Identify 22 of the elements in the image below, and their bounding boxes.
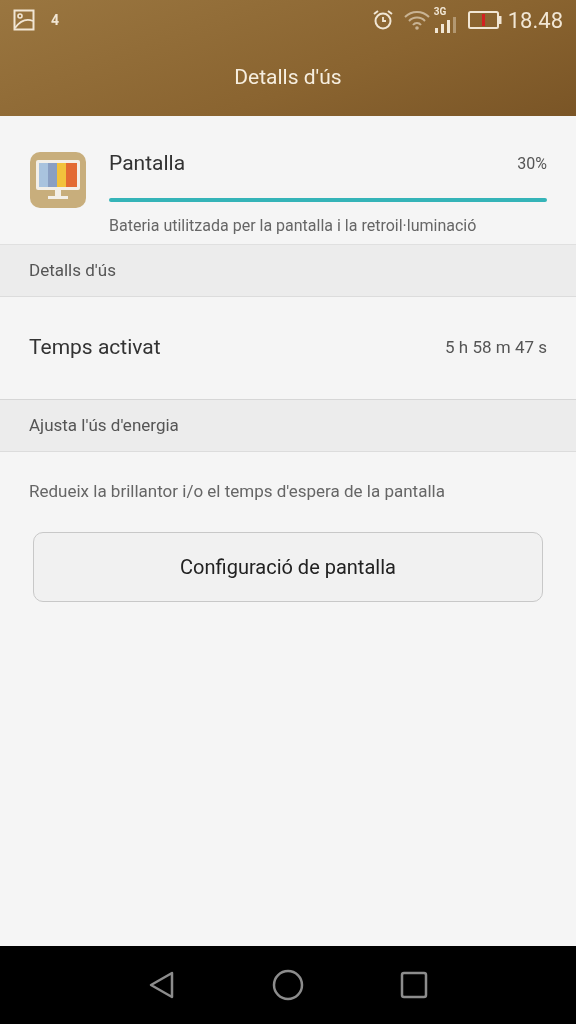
home-icon[interactable]: [272, 969, 304, 1001]
recents-icon[interactable]: [400, 971, 428, 999]
back-icon[interactable]: [148, 970, 176, 1000]
monitor-icon: [30, 152, 86, 208]
section-header: Ajusta l'ús d'energia: [0, 400, 576, 452]
usage-description: Bateria utilitzada per la pantalla i la retroil·luminació: [109, 214, 478, 237]
row-value: 5 h 58 m 47 s: [445, 336, 547, 360]
battery-icon: [467, 11, 502, 29]
hint-text: Redueix la brillantor i/o el temps d'espera de la pantalla: [28, 480, 446, 503]
wifi-icon: [403, 10, 430, 30]
clock: 18.48: [507, 6, 563, 35]
display-settings-button[interactable]: Configuració de pantalla: [33, 531, 543, 602]
usage-percent: 30%: [517, 152, 547, 175]
notification-count: 4: [51, 10, 60, 30]
network-type: 3G: [433, 7, 447, 17]
app-name: Pantalla: [109, 150, 186, 177]
section-header: Detalls d'ús: [0, 245, 576, 297]
signal-icon: [433, 17, 458, 33]
alarm-icon: [371, 9, 394, 31]
gallery-icon: [13, 9, 35, 31]
page-title: Detalls d'ús: [234, 64, 342, 92]
row-label: Temps activat: [29, 334, 161, 362]
